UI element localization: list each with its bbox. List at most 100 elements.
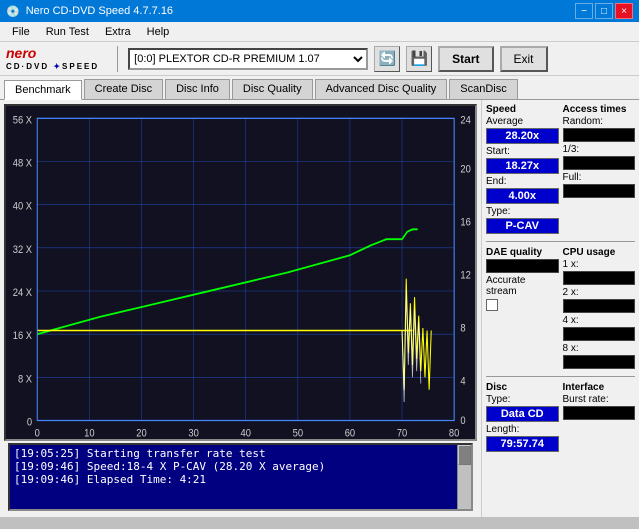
speed-title: Speed <box>486 104 559 115</box>
refresh-button[interactable]: 🔄 <box>374 46 400 72</box>
interface-column: Interface Burst rate: <box>563 382 636 454</box>
end-value: 4.00x <box>486 188 559 204</box>
app-icon: 💿 <box>6 5 20 18</box>
disc-type-label: Type: <box>486 394 559 405</box>
svg-text:0: 0 <box>27 417 32 429</box>
menu-extra[interactable]: Extra <box>97 24 139 40</box>
accurate-stream-label: Accurate stream <box>486 275 559 297</box>
drive-selector[interactable]: [0:0] PLEXTOR CD-R PREMIUM 1.07 <box>128 48 368 70</box>
minimize-button[interactable]: − <box>575 3 593 19</box>
full-value <box>563 184 636 198</box>
divider-1 <box>486 241 635 242</box>
start-label: Start: <box>486 146 559 157</box>
tab-benchmark[interactable]: Benchmark <box>4 80 82 100</box>
log-entry-0: [19:05:25] Starting transfer rate test <box>14 447 467 460</box>
svg-text:12: 12 <box>460 270 471 282</box>
2x-label: 2 x: <box>563 287 636 298</box>
speed-column: Speed Average 28.20x Start: 18.27x End: … <box>486 104 559 236</box>
log-scrollbar[interactable] <box>457 445 471 509</box>
burst-label: Burst rate: <box>563 394 636 405</box>
dae-column: DAE quality Accurate stream <box>486 247 559 371</box>
scrollbar-thumb[interactable] <box>458 445 471 465</box>
tab-disc-info[interactable]: Disc Info <box>165 79 230 99</box>
tab-bar: Benchmark Create Disc Disc Info Disc Qua… <box>0 76 639 100</box>
svg-text:0: 0 <box>35 428 40 439</box>
svg-text:8 X: 8 X <box>18 374 32 386</box>
svg-text:32 X: 32 X <box>13 244 32 256</box>
toolbar-separator <box>117 46 118 72</box>
access-column: Access times Random: 1/3: Full: <box>563 104 636 236</box>
log-area[interactable]: [19:05:25] Starting transfer rate test [… <box>8 443 473 511</box>
close-button[interactable]: × <box>615 3 633 19</box>
tab-scan-disc[interactable]: ScanDisc <box>449 79 517 99</box>
svg-text:24: 24 <box>460 115 471 127</box>
svg-text:50: 50 <box>293 428 304 439</box>
chart-wrapper: 56 X 48 X 40 X 32 X 24 X 16 X 8 X 0 24 2… <box>0 100 481 517</box>
svg-text:40 X: 40 X <box>13 201 32 213</box>
svg-text:56 X: 56 X <box>13 115 32 127</box>
burst-value <box>563 406 636 420</box>
tab-create-disc[interactable]: Create Disc <box>84 79 163 99</box>
save-button[interactable]: 💾 <box>406 46 432 72</box>
svg-text:16: 16 <box>460 217 471 229</box>
1x-label: 1 x: <box>563 259 636 270</box>
cd-dvd-speed-text: CD·DVD ✦SPEED <box>6 62 99 71</box>
svg-text:4: 4 <box>460 376 465 388</box>
4x-label: 4 x: <box>563 315 636 326</box>
svg-text:30: 30 <box>188 428 199 439</box>
right-panel: Speed Average 28.20x Start: 18.27x End: … <box>481 100 639 517</box>
svg-text:40: 40 <box>240 428 251 439</box>
start-button[interactable]: Start <box>438 46 493 72</box>
one-third-value <box>563 156 636 170</box>
title-bar-text: Nero CD-DVD Speed 4.7.7.16 <box>26 5 173 17</box>
menu-help[interactable]: Help <box>139 24 178 40</box>
cpu-title: CPU usage <box>563 247 636 258</box>
start-value: 18.27x <box>486 158 559 174</box>
nero-logo: nero CD·DVD ✦SPEED <box>6 46 99 70</box>
disc-label: Disc <box>486 382 559 393</box>
svg-text:20: 20 <box>136 428 147 439</box>
tab-disc-quality[interactable]: Disc Quality <box>232 79 313 99</box>
type-label: Type: <box>486 206 559 217</box>
accurate-stream-checkbox[interactable] <box>486 299 498 311</box>
svg-text:20: 20 <box>460 164 471 176</box>
full-label: Full: <box>563 172 636 183</box>
interface-label: Interface <box>563 382 636 393</box>
tab-advanced-disc-quality[interactable]: Advanced Disc Quality <box>315 79 448 99</box>
disc-interface-row: Disc Type: Data CD Length: 79:57.74 Inte… <box>486 382 635 454</box>
svg-text:16 X: 16 X <box>13 330 32 342</box>
random-label: Random: <box>563 116 636 127</box>
chart-svg: 56 X 48 X 40 X 32 X 24 X 16 X 8 X 0 24 2… <box>6 106 475 439</box>
log-entry-2: [19:09:46] Elapsed Time: 4:21 <box>14 473 467 486</box>
svg-text:48 X: 48 X <box>13 158 32 170</box>
cpu-column: CPU usage 1 x: 2 x: 4 x: 8 x: <box>563 247 636 371</box>
divider-2 <box>486 376 635 377</box>
menu-run-test[interactable]: Run Test <box>38 24 97 40</box>
maximize-button[interactable]: □ <box>595 3 613 19</box>
svg-text:70: 70 <box>397 428 408 439</box>
menu-file[interactable]: File <box>4 24 38 40</box>
access-title: Access times <box>563 104 636 115</box>
log-entry-1: [19:09:46] Speed:18-4 X P-CAV (28.20 X a… <box>14 460 467 473</box>
8x-value <box>563 355 636 369</box>
svg-text:24 X: 24 X <box>13 287 32 299</box>
exit-button[interactable]: Exit <box>500 46 548 72</box>
length-value: 79:57.74 <box>486 436 559 452</box>
end-label: End: <box>486 176 559 187</box>
1x-value <box>563 271 636 285</box>
random-value <box>563 128 636 142</box>
svg-text:10: 10 <box>84 428 95 439</box>
2x-value <box>563 299 636 313</box>
svg-text:80: 80 <box>449 428 460 439</box>
chart-container: 56 X 48 X 40 X 32 X 24 X 16 X 8 X 0 24 2… <box>4 104 477 441</box>
8x-label: 8 x: <box>563 343 636 354</box>
window-controls: − □ × <box>575 3 633 19</box>
disc-type-value: Data CD <box>486 406 559 422</box>
main-content: 56 X 48 X 40 X 32 X 24 X 16 X 8 X 0 24 2… <box>0 100 639 517</box>
menu-bar: File Run Test Extra Help <box>0 22 639 42</box>
type-value: P-CAV <box>486 218 559 234</box>
average-label: Average <box>486 116 559 127</box>
one-third-label: 1/3: <box>563 144 636 155</box>
length-label: Length: <box>486 424 559 435</box>
nero-text: nero <box>6 46 99 61</box>
